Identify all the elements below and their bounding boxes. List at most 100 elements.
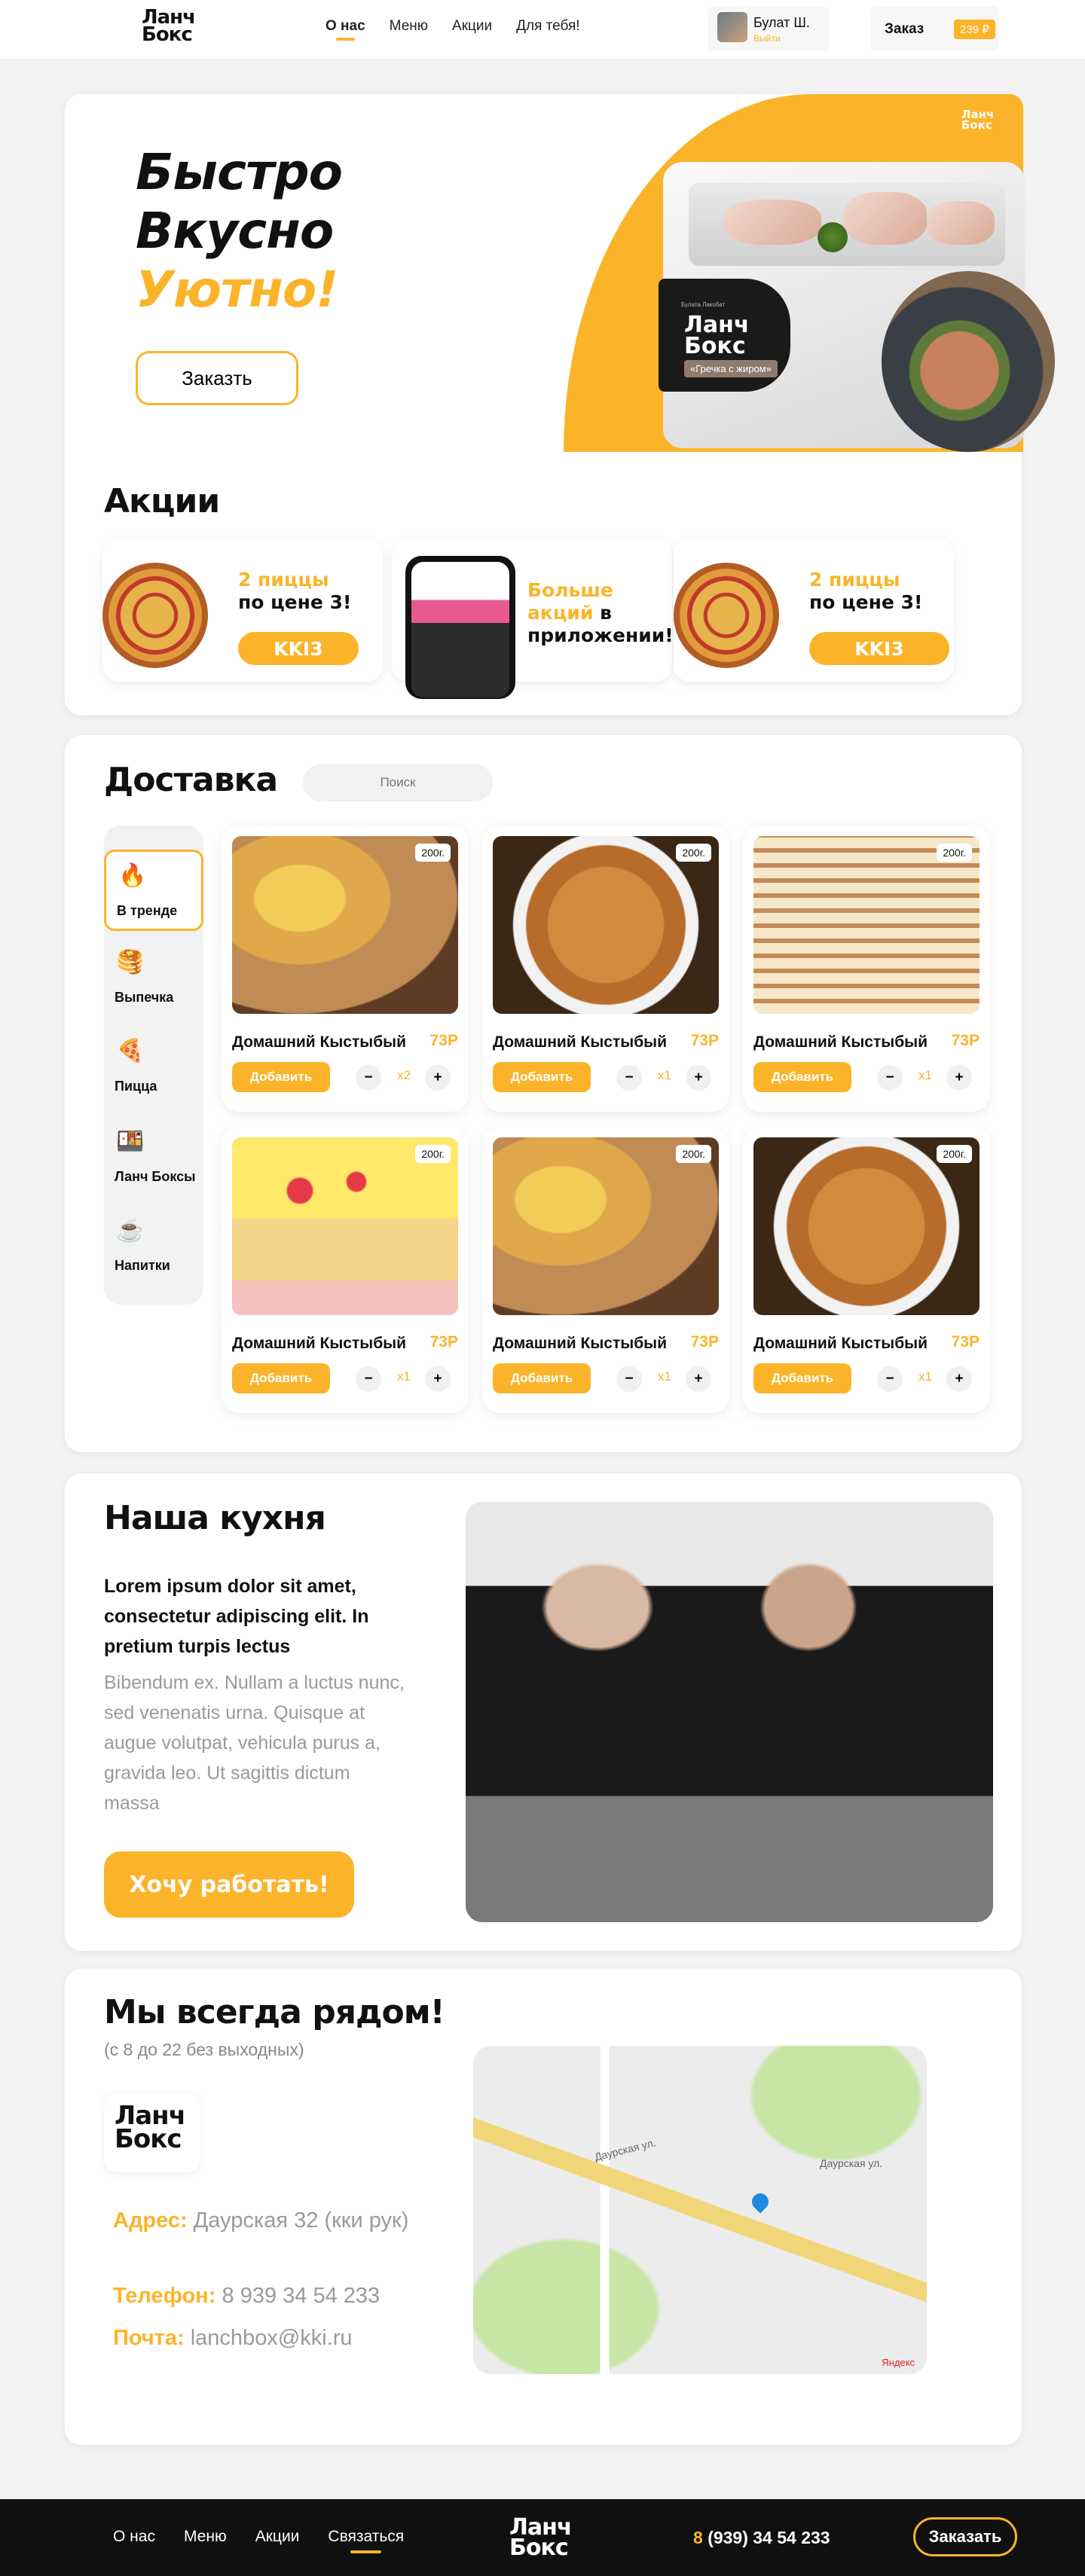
phone-app-image	[405, 556, 515, 699]
footer-phone[interactable]: 8 (939) 34 54 233	[693, 2528, 830, 2548]
promo-card[interactable]: 2 пиццы по цене 3! KKI3	[102, 539, 383, 682]
product-card[interactable]: 200г. Домашний Кыстыбый 73Р Добавить − x…	[222, 826, 469, 1112]
pizza-icon: 🍕	[116, 1039, 145, 1064]
promo-line: 2 пиццы	[238, 569, 329, 591]
footer-nav-menu[interactable]: Меню	[184, 2528, 227, 2546]
add-to-cart-button[interactable]: Добавить	[493, 1062, 591, 1092]
product-card[interactable]: 200г. Домашний Кыстыбый 73Р Добавить − x…	[482, 826, 729, 1112]
increase-quantity-button[interactable]: +	[686, 1366, 711, 1392]
join-team-button[interactable]: Хочу работать!	[104, 1851, 354, 1918]
email-value[interactable]: lanchbox@kki.ru	[191, 2326, 353, 2350]
promo-line: акций	[527, 602, 594, 624]
promo-text: 2 пиццы по цене 3!	[238, 569, 351, 614]
category-pastry[interactable]: 🥞 Выпечка	[104, 939, 203, 1020]
kitchen-lead-text: Lorem ipsum dolor sit amet, consectetur …	[104, 1576, 369, 1657]
email-line: Почта: lanchbox@kki.ru	[113, 2326, 353, 2351]
nav-promos[interactable]: Акции	[452, 18, 492, 35]
quantity-value: x1	[918, 1068, 932, 1082]
logo-line: Бокс	[961, 118, 992, 132]
footer-logo[interactable]: Ланч Бокс	[509, 2516, 572, 2559]
increase-quantity-button[interactable]: +	[425, 1366, 451, 1392]
product-card[interactable]: 200г. Домашний Кыстыбый 73Р Добавить − x…	[743, 826, 990, 1112]
footer-nav-contact[interactable]: Связаться	[328, 2528, 404, 2553]
increase-quantity-button[interactable]: +	[946, 1065, 972, 1091]
promo-text: Больше акций в приложении!	[527, 579, 672, 647]
decrease-quantity-button[interactable]: −	[877, 1366, 903, 1392]
nav-menu[interactable]: Меню	[390, 18, 428, 35]
promo-code-button[interactable]: KKI3	[238, 632, 359, 665]
promos-title: Акции	[104, 482, 220, 520]
meat-piece	[927, 201, 995, 245]
quantity-value: x1	[918, 1369, 932, 1384]
chefs-photo	[466, 1502, 993, 1922]
product-card[interactable]: 200г. Домашний Кыстыбый 73Р Добавить − x…	[482, 1127, 729, 1413]
product-name: Домашний Кыстыбый	[753, 1033, 928, 1051]
decrease-quantity-button[interactable]: −	[877, 1065, 903, 1091]
product-card[interactable]: 200г. Домашний Кыстыбый 73Р Добавить − x…	[222, 1127, 469, 1413]
kitchen-body-text: Bibendum ex. Nullam a luctus nunc, sed v…	[104, 1672, 405, 1814]
contacts-title: Мы всегда рядом!	[104, 1993, 445, 2031]
contacts-logo: Ланч Бокс	[104, 2094, 200, 2172]
category-sidebar: 🔥 В тренде 🥞 Выпечка 🍕 Пицца 🍱 Ланч Бокс…	[104, 826, 203, 1305]
promo-line: 2 пиццы	[809, 569, 900, 591]
hero-line-accent: Уютно!	[136, 261, 338, 319]
product-card[interactable]: 200г. Домашний Кыстыбый 73Р Добавить − x…	[743, 1127, 990, 1413]
category-drinks[interactable]: ☕ Напитки	[104, 1207, 203, 1288]
weight-badge: 200г.	[676, 844, 711, 862]
decrease-quantity-button[interactable]: −	[616, 1366, 642, 1392]
decrease-quantity-button[interactable]: −	[616, 1065, 642, 1091]
address-label: Адрес:	[113, 2208, 188, 2233]
pizza-image	[674, 563, 779, 668]
footer-nav-about[interactable]: О нас	[113, 2528, 155, 2546]
category-label: Выпечка	[115, 990, 174, 1005]
label-logo: Ланч Бокс	[684, 314, 749, 359]
hero-line: Вкусно	[136, 202, 334, 260]
working-hours: (с 8 до 22 без выходных)	[104, 2040, 304, 2059]
add-to-cart-button[interactable]: Добавить	[493, 1363, 591, 1393]
search-input[interactable]	[303, 764, 493, 801]
label-small-text: Булата Лакобат	[681, 301, 726, 308]
lunchbox-icon: 🍱	[116, 1129, 145, 1154]
logo-line: Бокс	[684, 333, 746, 359]
logo-line: Бокс	[142, 23, 193, 47]
main-nav: О нас Меню Акции Для тебя!	[326, 18, 580, 41]
logo[interactable]: Ланч Бокс	[142, 8, 196, 47]
category-label: Пицца	[115, 1079, 157, 1094]
category-trend[interactable]: 🔥 В тренде	[104, 850, 203, 931]
decrease-quantity-button[interactable]: −	[356, 1065, 381, 1091]
product-image: 200г.	[493, 1137, 719, 1315]
user-chip[interactable]: Булат Ш. Выйти	[708, 6, 829, 51]
nav-about[interactable]: О нас	[326, 18, 365, 41]
product-name: Домашний Кыстыбый	[232, 1033, 407, 1051]
address-line: Адрес: Даурская 32 (кки рук)	[113, 2208, 408, 2233]
add-to-cart-button[interactable]: Добавить	[232, 1062, 330, 1092]
category-lunchbox[interactable]: 🍱 Ланч Боксы	[104, 1118, 203, 1199]
phone-value[interactable]: 8 939 34 54 233	[222, 2284, 381, 2308]
footer-order-button[interactable]: Заказать	[913, 2517, 1017, 2556]
footer-nav-promos[interactable]: Акции	[255, 2528, 300, 2546]
add-to-cart-button[interactable]: Добавить	[753, 1363, 851, 1393]
decrease-quantity-button[interactable]: −	[356, 1366, 381, 1392]
phone-number: (939) 34 54 233	[708, 2528, 830, 2547]
increase-quantity-button[interactable]: +	[425, 1065, 451, 1091]
category-pizza[interactable]: 🍕 Пицца	[104, 1027, 203, 1109]
add-to-cart-button[interactable]: Добавить	[232, 1363, 330, 1393]
promo-code-button[interactable]: KKI3	[809, 632, 949, 665]
nav-for-you[interactable]: Для тебя!	[516, 18, 579, 35]
increase-quantity-button[interactable]: +	[946, 1366, 972, 1392]
phone-screen	[411, 562, 509, 697]
increase-quantity-button[interactable]: +	[686, 1065, 711, 1091]
location-map[interactable]: Даурская ул. Даурская ул. Яндекс	[473, 2046, 927, 2374]
pizza-image	[102, 563, 208, 668]
product-name: Домашний Кыстыбый	[753, 1335, 928, 1352]
weight-badge: 200г.	[415, 844, 451, 862]
product-price: 73Р	[429, 1333, 458, 1351]
hero-plate-image	[882, 271, 1055, 452]
email-label: Почта:	[113, 2326, 185, 2350]
logout-link[interactable]: Выйти	[753, 33, 781, 44]
promo-card[interactable]: 2 пиццы по цене 3! KKI3	[674, 539, 954, 682]
phone-label: Телефон:	[113, 2284, 216, 2308]
add-to-cart-button[interactable]: Добавить	[753, 1062, 851, 1092]
cart-button[interactable]: Заказ 239 ₽	[871, 6, 999, 51]
hero-order-button[interactable]: Заказть	[136, 351, 298, 405]
